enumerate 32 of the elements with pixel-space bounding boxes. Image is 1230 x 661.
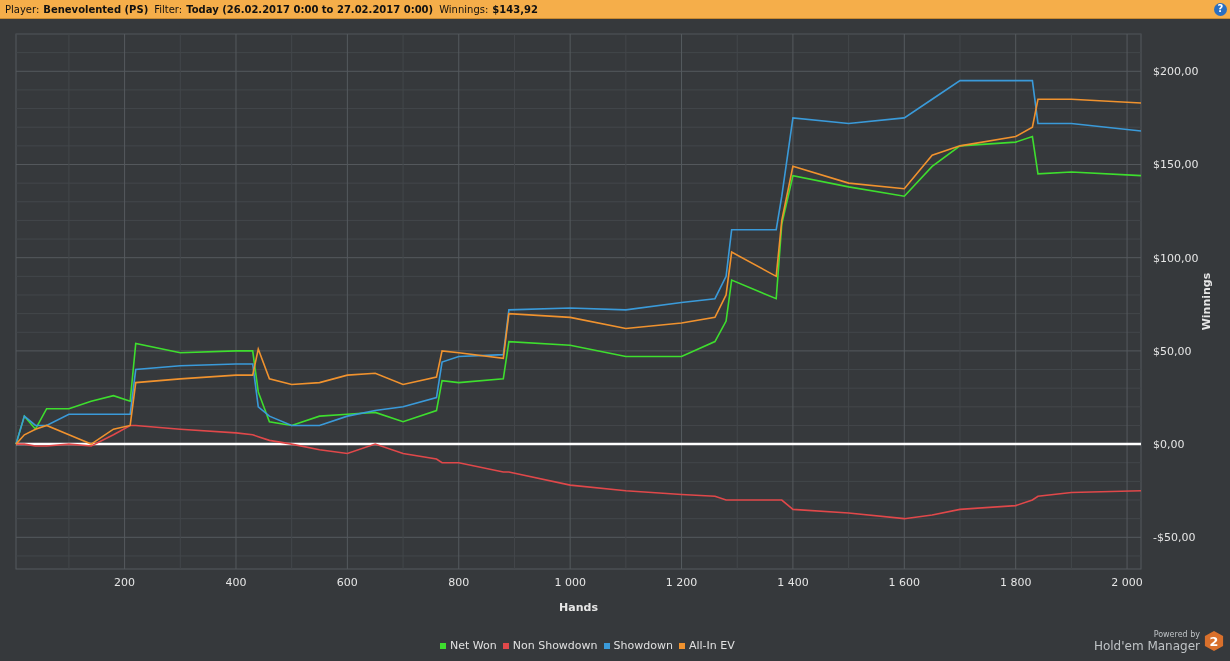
filter-label: Filter: [154,3,183,15]
y-tick-label: -$50,00 [1153,531,1196,545]
x-tick-label: 1 000 [554,576,586,589]
x-tick-label: 200 [114,576,136,589]
y-tick-label: $200,00 [1153,65,1199,79]
powered-by-caption: Powered by [1153,629,1200,639]
x-tick-label: 400 [225,576,247,589]
x-tick-label: 1 400 [777,576,809,589]
x-tick-label: 800 [448,576,470,589]
filter-value: $143,92 [492,3,538,15]
x-tick-label: 2 000 [1111,576,1143,589]
legend-label: Showdown [613,639,673,652]
x-tick-label: 1 800 [999,576,1032,589]
brand-name: Hold'em Manager [1093,638,1200,653]
help-button[interactable]: ? [1214,2,1227,16]
x-tick-label: 600 [336,576,358,589]
filter-value: Today (26.02.2017 0:00 to 27.02.2017 0:00) [186,3,434,15]
legend-label: Net Won [450,639,497,652]
x-tick-label: 1 200 [665,576,698,589]
x-axis-title: Hands [559,601,598,614]
y-tick-label: $50,00 [1153,344,1192,358]
y-tick-label: $0,00 [1153,438,1185,452]
y-axis-title: Winnings [1200,272,1213,331]
x-tick-label: 1 600 [888,576,921,589]
y-tick-label: $150,00 [1153,158,1199,172]
filter-label: Winnings: [439,3,489,15]
y-tick-label: $100,00 [1153,251,1199,265]
legend-label: Non Showdown [512,639,598,652]
filter-label: Player: [5,3,40,15]
filter-value: Benevolented (PS) [43,3,149,15]
legend-label: All-In EV [688,639,735,652]
logo-badge-icon: 2 [1204,630,1224,652]
